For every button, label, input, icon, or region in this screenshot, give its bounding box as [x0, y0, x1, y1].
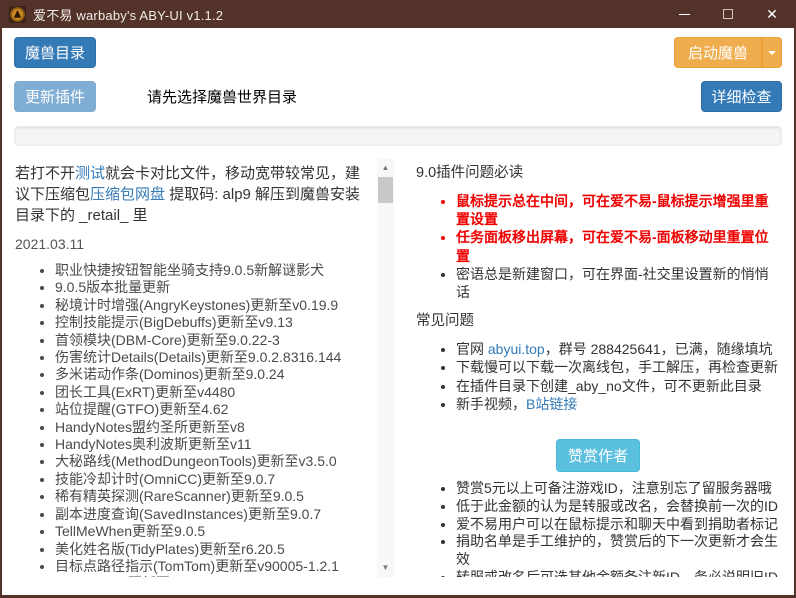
addon-update-item: 美化姓名版(TidyPlates)更新至r6.20.5: [55, 541, 370, 558]
addon-update-item: HandyNotes奥利波斯更新至v11: [55, 436, 370, 453]
progress-bar: [14, 126, 782, 146]
faq-item: 官网 abyui.top，群号 288425641，已满，随缘填坑: [456, 340, 780, 358]
must-read-item: 鼠标提示总在中间，可在爱不易-鼠标提示增强里重置设置: [456, 192, 780, 228]
faq-item: 下载慢可以下载一次离线包，手工解压，再检查更新: [456, 358, 780, 376]
faq-title: 常见问题: [416, 311, 780, 331]
donate-note-item: 转服或改名后可选其他金额备注新ID，务必说明旧ID: [456, 569, 780, 577]
addon-update-item: 技能冷却计时(OmniCC)更新至9.0.7: [55, 471, 370, 488]
must-read-item: 密语总是新建窗口，可在界面-社交里设置新的悄悄话: [456, 265, 780, 301]
donate-button[interactable]: 赞赏作者: [556, 439, 640, 472]
addon-update-item: 副本进度查询(SavedInstances)更新至9.0.7: [55, 506, 370, 523]
toolbar-row-1: 魔兽目录 启动魔兽: [14, 37, 782, 68]
maximize-button[interactable]: [706, 0, 750, 28]
toolbar-row-2: 更新插件 请先选择魔兽世界目录 详细检查: [14, 81, 782, 112]
wow-directory-button[interactable]: 魔兽目录: [14, 37, 96, 68]
donate-row: 赞赏作者: [416, 439, 780, 472]
help-panel: 9.0插件问题必读 鼠标提示总在中间，可在爱不易-鼠标提示增强里重置设置任务面板…: [404, 159, 782, 577]
faq-list: 官网 abyui.top，群号 288425641，已满，随缘填坑 下载慢可以下…: [416, 340, 780, 413]
scrollbar-thumb[interactable]: [378, 177, 393, 203]
titlebar: 爱不易 warbaby's ABY-UI v1.1.2 ✕: [2, 0, 794, 28]
text-segment[interactable]: 测试: [75, 165, 105, 182]
minimize-icon: [679, 14, 690, 15]
close-icon: ✕: [766, 7, 778, 21]
launch-split-button: 启动魔兽: [674, 37, 782, 68]
must-read-list: 鼠标提示总在中间，可在爱不易-鼠标提示增强里重置设置任务面板移出屏幕，可在爱不易…: [416, 192, 780, 301]
window-controls: ✕: [662, 0, 794, 28]
changelog-date: 2021.03.11: [15, 236, 370, 252]
donate-note-item: 低于此金额的认为是转服或改名，会替换前一次的ID: [456, 498, 780, 516]
text-segment: 下载慢可以下载一次离线包，手工解压，再检查更新: [456, 359, 778, 375]
text-segment: 若打不开: [15, 165, 75, 182]
donate-note-item: 赞赏5元以上可备注游戏ID，注意别忘了留服务器哦: [456, 480, 780, 498]
faq-item: 新手视频，B站链接: [456, 395, 780, 413]
launch-wow-button[interactable]: 启动魔兽: [674, 37, 762, 68]
addon-update-list: 职业快捷按钮智能坐骑支持9.0.5新解谜影犬9.0.5版本批量更新秘境计时增强(…: [15, 262, 370, 577]
addon-update-item: 稀有精英探测(RareScanner)更新至9.0.5: [55, 488, 370, 505]
changelog-panel: 若打不开测试就会卡对比文件，移动宽带较常见，建议下压缩包压缩包网盘 提取码: a…: [14, 159, 394, 577]
detail-check-button[interactable]: 详细检查: [701, 81, 782, 112]
text-segment[interactable]: B站链接: [526, 396, 577, 412]
app-logo-icon: [9, 6, 26, 23]
text-segment: 在插件目录下创建_aby_no文件，可不更新此目录: [456, 378, 762, 394]
must-read-item: 任务面板移出屏幕，可在爱不易-面板移动里重置位置: [456, 228, 780, 264]
scroll-down-icon[interactable]: ▼: [377, 559, 394, 575]
addon-update-item: 多米诺动作条(Dominos)更新至9.0.24: [55, 366, 370, 383]
close-button[interactable]: ✕: [750, 0, 794, 28]
launch-dropdown-button[interactable]: [762, 37, 782, 68]
update-addons-button[interactable]: 更新插件: [14, 81, 96, 112]
text-segment[interactable]: abyui.top: [488, 341, 545, 357]
addon-update-item: 9.0.5版本批量更新: [55, 279, 370, 296]
text-segment[interactable]: 压缩包网盘: [90, 186, 165, 203]
faq-item: 在插件目录下创建_aby_no文件，可不更新此目录: [456, 377, 780, 395]
main-content: 魔兽目录 启动魔兽 更新插件 请先选择魔兽世界目录 详细检查 若打不开测试就会卡…: [2, 37, 794, 577]
addon-update-item: 秘境计时增强(AngryKeystones)更新至v0.19.9: [55, 297, 370, 314]
status-message: 请先选择魔兽世界目录: [147, 86, 297, 107]
addon-update-item: 首领模块(DBM-Core)更新至9.0.22-3: [55, 332, 370, 349]
must-read-title: 9.0插件问题必读: [416, 163, 780, 183]
addon-update-item: 控制技能提示(BigDebuffs)更新至v9.13: [55, 314, 370, 331]
donate-notes-list: 赞赏5元以上可备注游戏ID，注意别忘了留服务器哦低于此金额的认为是转服或改名，会…: [416, 480, 780, 577]
maximize-icon: [723, 9, 733, 19]
addon-update-item: 团长工具(ExRT)更新至v4480: [55, 384, 370, 401]
caret-down-icon: [768, 51, 776, 55]
text-segment: 新手视频，: [456, 396, 526, 412]
intro-paragraph: 若打不开测试就会卡对比文件，移动宽带较常见，建议下压缩包压缩包网盘 提取码: a…: [15, 163, 370, 226]
text-segment: 官网: [456, 341, 488, 357]
addon-update-item: 职业快捷按钮智能坐骑支持9.0.5新解谜影犬: [55, 262, 370, 279]
addon-update-item: 目标点路径指示(TomTom)更新至v90005-1.2.1: [55, 558, 370, 575]
addon-update-item: TellMeWhen更新至9.0.5: [55, 523, 370, 540]
addon-update-item: WeakAura2更新至3.2.1: [55, 575, 370, 577]
addon-update-item: HandyNotes盟约圣所更新至v8: [55, 419, 370, 436]
donate-note-item: 爱不易用户可以在鼠标提示和聊天中看到捐助者标记: [456, 516, 780, 534]
panels: 若打不开测试就会卡对比文件，移动宽带较常见，建议下压缩包压缩包网盘 提取码: a…: [14, 159, 782, 577]
window-title: 爱不易 warbaby's ABY-UI v1.1.2: [33, 5, 223, 24]
addon-update-item: 伤害统计Details(Details)更新至9.0.2.8316.144: [55, 349, 370, 366]
minimize-button[interactable]: [662, 0, 706, 28]
addon-update-item: 站位提醒(GTFO)更新至4.62: [55, 401, 370, 418]
donate-note-item: 捐助名单是手工维护的，赞赏后的下一次更新才会生效: [456, 533, 780, 569]
addon-update-item: 大秘路线(MethodDungeonTools)更新至v3.5.0: [55, 453, 370, 470]
app-window: 爱不易 warbaby's ABY-UI v1.1.2 ✕ 魔兽目录 启动魔兽 …: [0, 0, 796, 598]
scroll-up-icon[interactable]: ▲: [377, 159, 394, 175]
text-segment: ，群号 288425641，已满，随缘填坑: [545, 341, 773, 357]
changelog-scrollbar[interactable]: ▲ ▼: [377, 159, 394, 577]
